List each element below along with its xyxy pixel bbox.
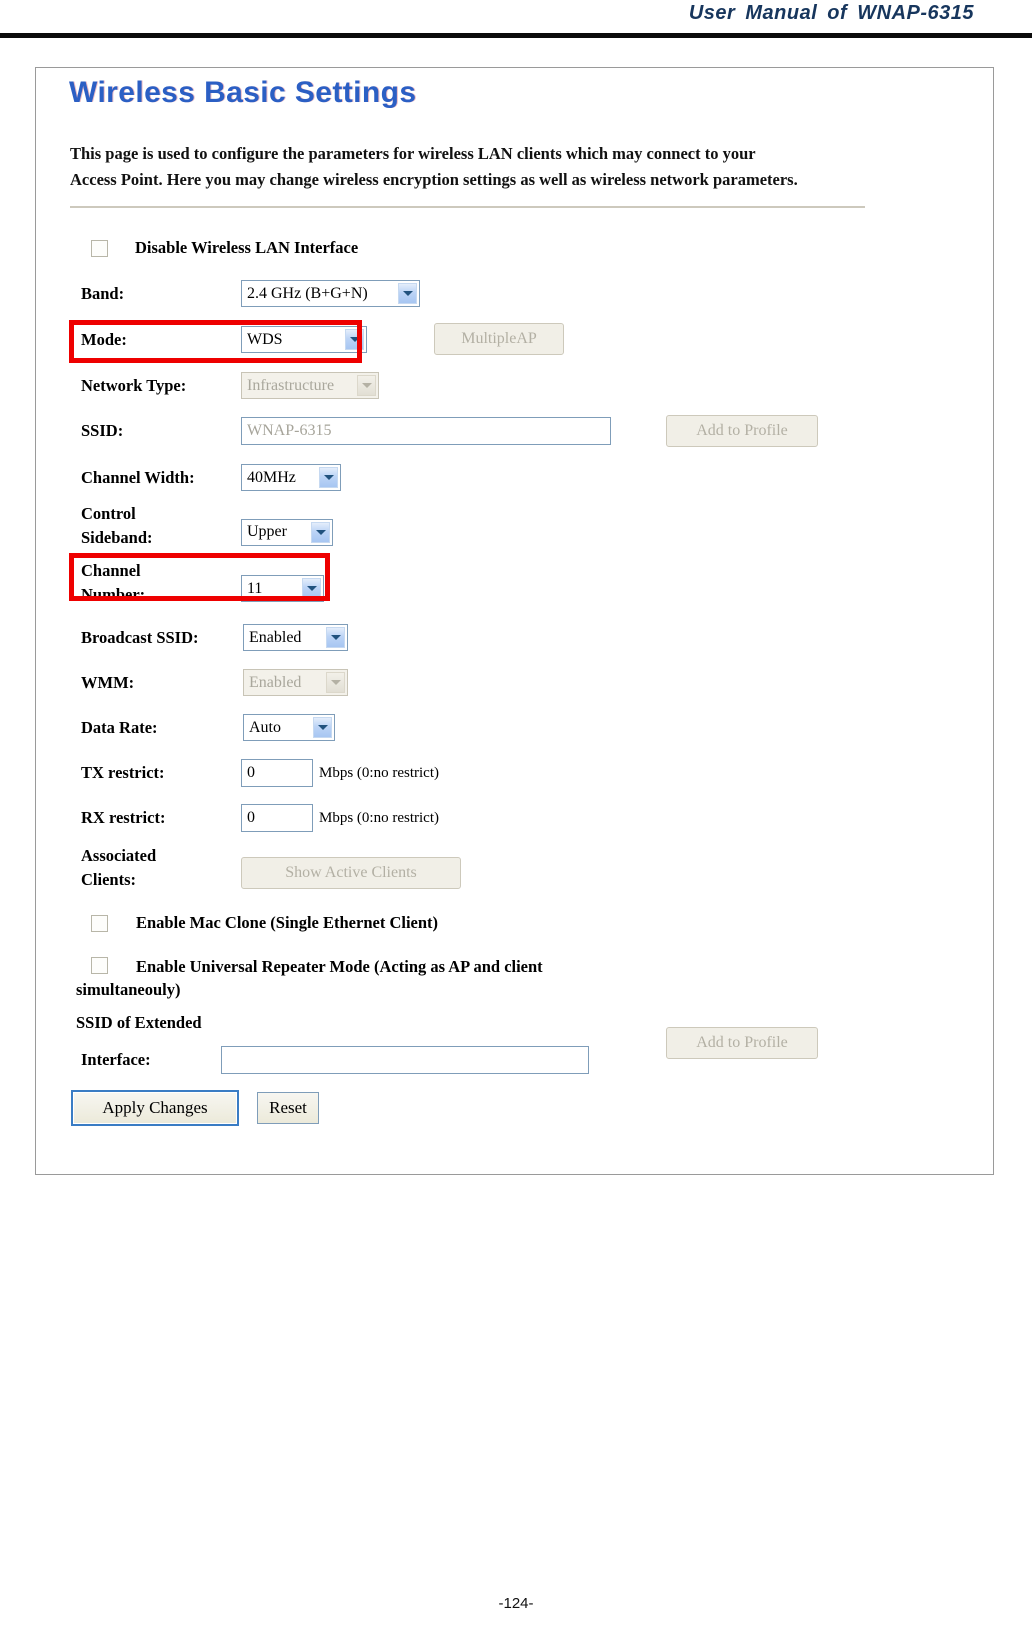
extended-ssid-input[interactable]: [221, 1046, 589, 1074]
multiple-ap-row: MultipleAP: [434, 323, 564, 355]
channel-number-row: Channel Number: 11: [81, 559, 324, 607]
associated-clients-label: Associated Clients:: [81, 844, 241, 892]
manual-header-title: User Manual of WNAP-6315: [688, 2, 974, 24]
data-rate-row: Data Rate: Auto: [81, 714, 335, 741]
band-label: Band:: [81, 283, 125, 303]
header-rule: [0, 33, 1032, 38]
channel-number-label-line2: Number:: [81, 585, 146, 604]
tx-restrict-label: TX restrict:: [81, 763, 165, 782]
network-type-select: Infrastructure: [241, 372, 379, 399]
rx-restrict-unit: Mbps (0:no restrict): [319, 809, 439, 826]
ssid-label: SSID:: [81, 421, 124, 440]
ssid-row: SSID: WNAP-6315: [81, 417, 611, 445]
mac-clone-checkbox[interactable]: [91, 914, 108, 932]
manual-header: User Manual of WNAP-6315: [0, 0, 1032, 40]
universal-repeater-row: Enable Universal Repeater Mode (Acting a…: [91, 954, 543, 979]
broadcast-ssid-select[interactable]: Enabled: [243, 624, 348, 651]
extended-add-to-profile-button[interactable]: Add to Profile: [666, 1027, 818, 1059]
channel-width-select-value: 40MHz: [247, 468, 296, 486]
mode-select-value: WDS: [247, 330, 283, 348]
tx-restrict-row: TX restrict: 0 Mbps (0:no restrict): [81, 759, 439, 787]
universal-repeater-checkbox[interactable]: [91, 957, 108, 974]
tx-restrict-unit: Mbps (0:no restrict): [319, 764, 439, 781]
disable-wlan-checkbox[interactable]: [91, 239, 108, 257]
universal-repeater-label: Enable Universal Repeater Mode (Acting a…: [136, 954, 543, 979]
associated-clients-row: Associated Clients: Show Active Clients: [81, 844, 461, 892]
network-type-label: Network Type:: [81, 375, 187, 395]
extended-ssid-label-line2: Interface:: [81, 1050, 151, 1069]
wmm-row: WMM: Enabled: [81, 669, 348, 696]
channel-width-row: Channel Width: 40MHz: [81, 464, 341, 491]
wmm-select-value: Enabled: [249, 673, 302, 691]
disable-wlan-label: Disable Wireless LAN Interface: [135, 238, 359, 257]
universal-repeater-label-line2: simultaneouly): [76, 980, 181, 999]
mode-label: Mode:: [81, 329, 127, 349]
page-number: -124-: [498, 1595, 534, 1612]
associated-clients-label-line2: Clients:: [81, 870, 136, 889]
extended-ssid-row: Interface:: [81, 1046, 589, 1074]
rx-restrict-label: RX restrict:: [81, 808, 166, 827]
chevron-down-icon: [326, 672, 345, 693]
rx-restrict-row: RX restrict: 0 Mbps (0:no restrict): [81, 804, 439, 832]
control-sideband-select[interactable]: Upper: [241, 518, 333, 546]
broadcast-ssid-select-value: Enabled: [249, 628, 302, 646]
wireless-basic-settings-panel: Wireless Basic Settings This page is use…: [35, 67, 994, 1175]
channel-number-select[interactable]: 11: [241, 575, 324, 602]
control-sideband-label-line1: Control: [81, 504, 136, 523]
ssid-add-to-profile-button[interactable]: Add to Profile: [666, 415, 818, 447]
band-row: Band: 2.4 GHz (B+G+N): [81, 280, 420, 307]
reset-button[interactable]: Reset: [257, 1092, 319, 1124]
channel-number-select-value: 11: [247, 579, 263, 597]
data-rate-select-value: Auto: [249, 718, 281, 736]
broadcast-ssid-row: Broadcast SSID: Enabled: [81, 624, 348, 651]
rx-restrict-input[interactable]: 0: [241, 804, 313, 832]
associated-clients-label-line1: Associated: [81, 846, 157, 865]
multiple-ap-button[interactable]: MultipleAP: [434, 323, 564, 355]
mode-row: Mode: WDS: [81, 326, 367, 353]
data-rate-select[interactable]: Auto: [243, 714, 335, 741]
channel-number-label-line1: Channel: [81, 561, 141, 580]
control-sideband-label: Control Sideband:: [81, 502, 241, 550]
chevron-down-icon[interactable]: [345, 329, 364, 350]
tx-restrict-input[interactable]: 0: [241, 759, 313, 787]
disable-wlan-row: Disable Wireless LAN Interface: [91, 238, 358, 258]
band-select[interactable]: 2.4 GHz (B+G+N): [241, 280, 420, 307]
show-active-clients-button[interactable]: Show Active Clients: [241, 857, 461, 889]
control-sideband-row: Control Sideband: Upper: [81, 502, 333, 550]
band-select-value: 2.4 GHz (B+G+N): [247, 284, 368, 302]
extended-add-to-profile-row: Add to Profile: [666, 1027, 818, 1059]
mac-clone-row: Enable Mac Clone (Single Ethernet Client…: [91, 913, 438, 933]
chevron-down-icon[interactable]: [302, 578, 321, 599]
control-sideband-label-line2: Sideband:: [81, 528, 153, 547]
extended-ssid-label-line1: SSID of Extended: [76, 1013, 202, 1032]
ssid-add-to-profile-row: Add to Profile: [666, 415, 818, 447]
network-type-row: Network Type: Infrastructure: [81, 372, 379, 399]
mode-select[interactable]: WDS: [241, 326, 367, 353]
channel-width-select[interactable]: 40MHz: [241, 464, 341, 491]
extended-ssid-label-row: SSID of Extended: [76, 1013, 202, 1033]
chevron-down-icon[interactable]: [398, 283, 417, 304]
network-type-select-value: Infrastructure: [247, 376, 335, 394]
control-sideband-select-value: Upper: [247, 523, 287, 540]
chevron-down-icon[interactable]: [313, 717, 332, 738]
ssid-input[interactable]: WNAP-6315: [241, 417, 611, 445]
universal-repeater-row-line2: simultaneouly): [76, 980, 181, 1000]
settings-form: Disable Wireless LAN Interface Band: 2.4…: [36, 68, 993, 1174]
channel-width-label: Channel Width:: [81, 467, 195, 487]
mac-clone-label: Enable Mac Clone (Single Ethernet Client…: [136, 913, 439, 932]
apply-changes-button[interactable]: Apply Changes: [71, 1090, 239, 1126]
channel-number-label: Channel Number:: [81, 559, 241, 607]
chevron-down-icon: [357, 375, 376, 396]
chevron-down-icon[interactable]: [311, 521, 330, 543]
wmm-select: Enabled: [243, 669, 348, 696]
form-actions: Apply Changes Reset: [71, 1090, 319, 1126]
universal-repeater-label-line1: Enable Universal Repeater Mode (Acting a…: [136, 957, 543, 976]
chevron-down-icon[interactable]: [319, 467, 338, 488]
chevron-down-icon[interactable]: [326, 627, 345, 648]
